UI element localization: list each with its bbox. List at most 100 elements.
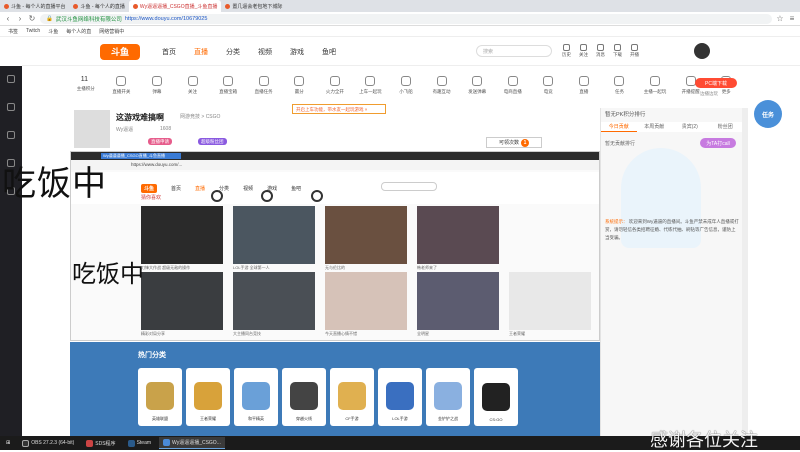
video-thumb[interactable]: 无与伦比的 <box>325 206 407 271</box>
video-thumb[interactable]: 精彩对局分享 <box>141 272 223 337</box>
upload-button[interactable]: 开播 <box>630 44 639 58</box>
video-thumb[interactable]: 王者荣耀 <box>509 272 591 337</box>
url-input[interactable]: 🔒 武汉斗鱼网络科技有限公司 https://www.douyu.com/106… <box>40 13 772 24</box>
taskbar-item[interactable]: OBS 27.2.3 (64-bit) <box>18 437 78 449</box>
game-label: LOL手游 <box>392 416 408 421</box>
tool-item[interactable]: 关注 <box>175 70 211 95</box>
douyu-favicon-icon <box>73 3 79 9</box>
game-card[interactable]: 穿越火线 <box>282 368 326 426</box>
game-card[interactable]: LOL手游 <box>378 368 422 426</box>
streamer-avatar[interactable] <box>74 110 110 148</box>
tool-item[interactable]: 主播一起玩 <box>637 70 673 95</box>
pc-download-button[interactable]: PC端下载 <box>695 78 737 88</box>
tool-item[interactable]: 直播开关 <box>104 70 140 95</box>
taskbar-item[interactable]: SDS程序 <box>82 437 119 449</box>
sidebar-item[interactable] <box>0 66 22 94</box>
tool-icon <box>116 76 127 86</box>
nav-home[interactable]: 首页 <box>162 47 176 57</box>
search-input[interactable]: 搜索 <box>476 45 552 57</box>
browser-tab-active[interactable]: Wy逼逼逼播_CSGO直播_斗鱼直播 <box>128 0 222 12</box>
tool-item[interactable]: 有趣互动 <box>424 70 460 95</box>
tool-item[interactable]: 赢分 <box>281 70 317 95</box>
streamer-name[interactable]: Wy逼逼 <box>116 126 133 133</box>
bookmark-item[interactable]: 书签 <box>8 28 18 35</box>
tab-vip[interactable]: 贵宾(2) <box>672 122 708 132</box>
tool-item[interactable]: 直播宝箱 <box>210 70 246 95</box>
tool-item[interactable]: 发送弹幕 <box>459 70 495 95</box>
tool-item[interactable]: 火力全开 <box>317 70 353 95</box>
douyu-logo[interactable]: 斗鱼 <box>100 43 140 60</box>
follow-button[interactable]: 关注 <box>579 44 588 58</box>
nav-video[interactable]: 视频 <box>258 47 272 57</box>
tab-fans[interactable]: 粉丝团 <box>708 122 744 132</box>
download-button[interactable]: 下载 <box>613 44 622 58</box>
tool-label: 任务 <box>614 89 624 94</box>
message-button[interactable]: 消息 <box>596 44 605 58</box>
tool-item[interactable]: 小飞船 <box>388 70 424 95</box>
tool-item[interactable]: 直播 <box>566 70 602 95</box>
sidebar-item[interactable] <box>0 94 22 122</box>
score-label: 主播积分 <box>76 86 95 91</box>
pk-claim-button[interactable]: 可领次数 1 <box>486 137 542 148</box>
history-button[interactable]: 历史 <box>562 44 571 58</box>
video-thumb[interactable]: 韩老师来了 <box>417 206 499 271</box>
tool-item[interactable]: 弹幕 <box>139 70 175 95</box>
forward-icon[interactable]: › <box>16 14 24 23</box>
bookmark-item[interactable]: 斗鱼 <box>48 28 58 35</box>
bookmark-item[interactable]: 网络营销中 <box>99 28 124 35</box>
tab-today[interactable]: 今日贡献 <box>601 122 637 132</box>
overlay-caption: 吃饭中 <box>72 260 144 288</box>
taskbar-item-active[interactable]: Wy逼逼逼播_CSGO... <box>159 437 225 449</box>
back-icon[interactable]: ‹ <box>4 14 12 23</box>
inner-tab: Wy逼逼逼播_CSGO直播_斗鱼直播 <box>101 153 181 159</box>
nav-category[interactable]: 分类 <box>226 47 240 57</box>
video-thumb[interactable]: LOL手游 全球第一人 <box>233 206 315 271</box>
video-thumb[interactable]: 刀锋大作战 超级无敌的操作 <box>141 206 223 271</box>
game-card[interactable]: CS:GO <box>474 368 518 426</box>
tab-week[interactable]: 本周贡献 <box>637 122 673 132</box>
video-thumb[interactable]: 今天直播心情不错 <box>325 272 407 337</box>
thumb-caption: 王者荣耀 <box>509 331 525 336</box>
bookmark-item[interactable]: Twitch <box>26 28 40 34</box>
game-card[interactable]: 和平精英 <box>234 368 278 426</box>
video-thumb[interactable]: 全明星 <box>417 272 499 337</box>
history-icon <box>563 44 570 51</box>
apply-badge[interactable]: 直播申请 <box>148 138 172 145</box>
browser-tab[interactable]: 斗鱼 - 每个人的直播平台 <box>0 0 69 12</box>
system-message: 系统提示： 欢迎来到Wy逼逼的直播间。斗鱼严禁未成年人直播或打赏，请勿轻信各类招… <box>605 218 739 242</box>
game-card[interactable]: 金铲铲之战 <box>426 368 470 426</box>
user-avatar[interactable] <box>694 43 710 59</box>
game-card[interactable]: 王者荣耀 <box>186 368 230 426</box>
tool-item[interactable]: 电竞 <box>531 70 567 95</box>
call-button[interactable]: 为TA打call <box>700 138 736 148</box>
nav-games[interactable]: 游戏 <box>290 47 304 57</box>
scrollbar[interactable] <box>742 108 748 436</box>
browser-tab[interactable]: 斗鱼 - 每个人的直播 <box>69 0 128 12</box>
reload-icon[interactable]: ↻ <box>28 14 36 23</box>
download-icon <box>614 44 621 51</box>
star-icon[interactable]: ☆ <box>776 14 784 23</box>
tool-item[interactable]: 直播任务 <box>246 70 282 95</box>
tool-item[interactable]: 电商直播 <box>495 70 531 95</box>
task-badge-icon[interactable]: 任务 <box>754 100 782 128</box>
video-player[interactable]: Wy逼逼逼播_CSGO直播_斗鱼直播 https://www.douyu.com… <box>70 151 600 341</box>
nav-live[interactable]: 直播 <box>194 47 208 57</box>
menu-icon[interactable]: ≡ <box>788 14 796 23</box>
douyu-favicon-icon <box>225 3 231 9</box>
sidebar-item[interactable] <box>0 122 22 150</box>
room-category[interactable]: 网游竞技 > CSGO <box>180 113 220 120</box>
tool-item[interactable]: 任务 <box>602 70 638 95</box>
bookmark-item[interactable]: 每个人的直 <box>66 28 91 35</box>
fan-badge[interactable]: 超级粉丝团 <box>198 138 227 145</box>
nav-yuba[interactable]: 鱼吧 <box>322 47 336 57</box>
video-thumb[interactable]: 大主播同台竞技 <box>233 272 315 337</box>
anchor-score[interactable]: 11 主播积分 <box>68 70 104 92</box>
hot-category-section: 热门分类 英雄联盟 王者荣耀 和平精英 穿越火线 CF手游 LOL手游 金铲铲之… <box>70 342 600 436</box>
start-icon[interactable]: ⊞ <box>2 437 14 449</box>
tool-item[interactable]: 上车一起玩 <box>353 70 389 95</box>
game-card[interactable]: 英雄联盟 <box>138 368 182 426</box>
rank-label: 暂无贡献排行 <box>605 141 636 147</box>
game-card[interactable]: CF手游 <box>330 368 374 426</box>
taskbar-item[interactable]: Steam <box>124 437 155 449</box>
browser-tab[interactable]: 置几逼会老包地下城际 <box>221 0 286 12</box>
